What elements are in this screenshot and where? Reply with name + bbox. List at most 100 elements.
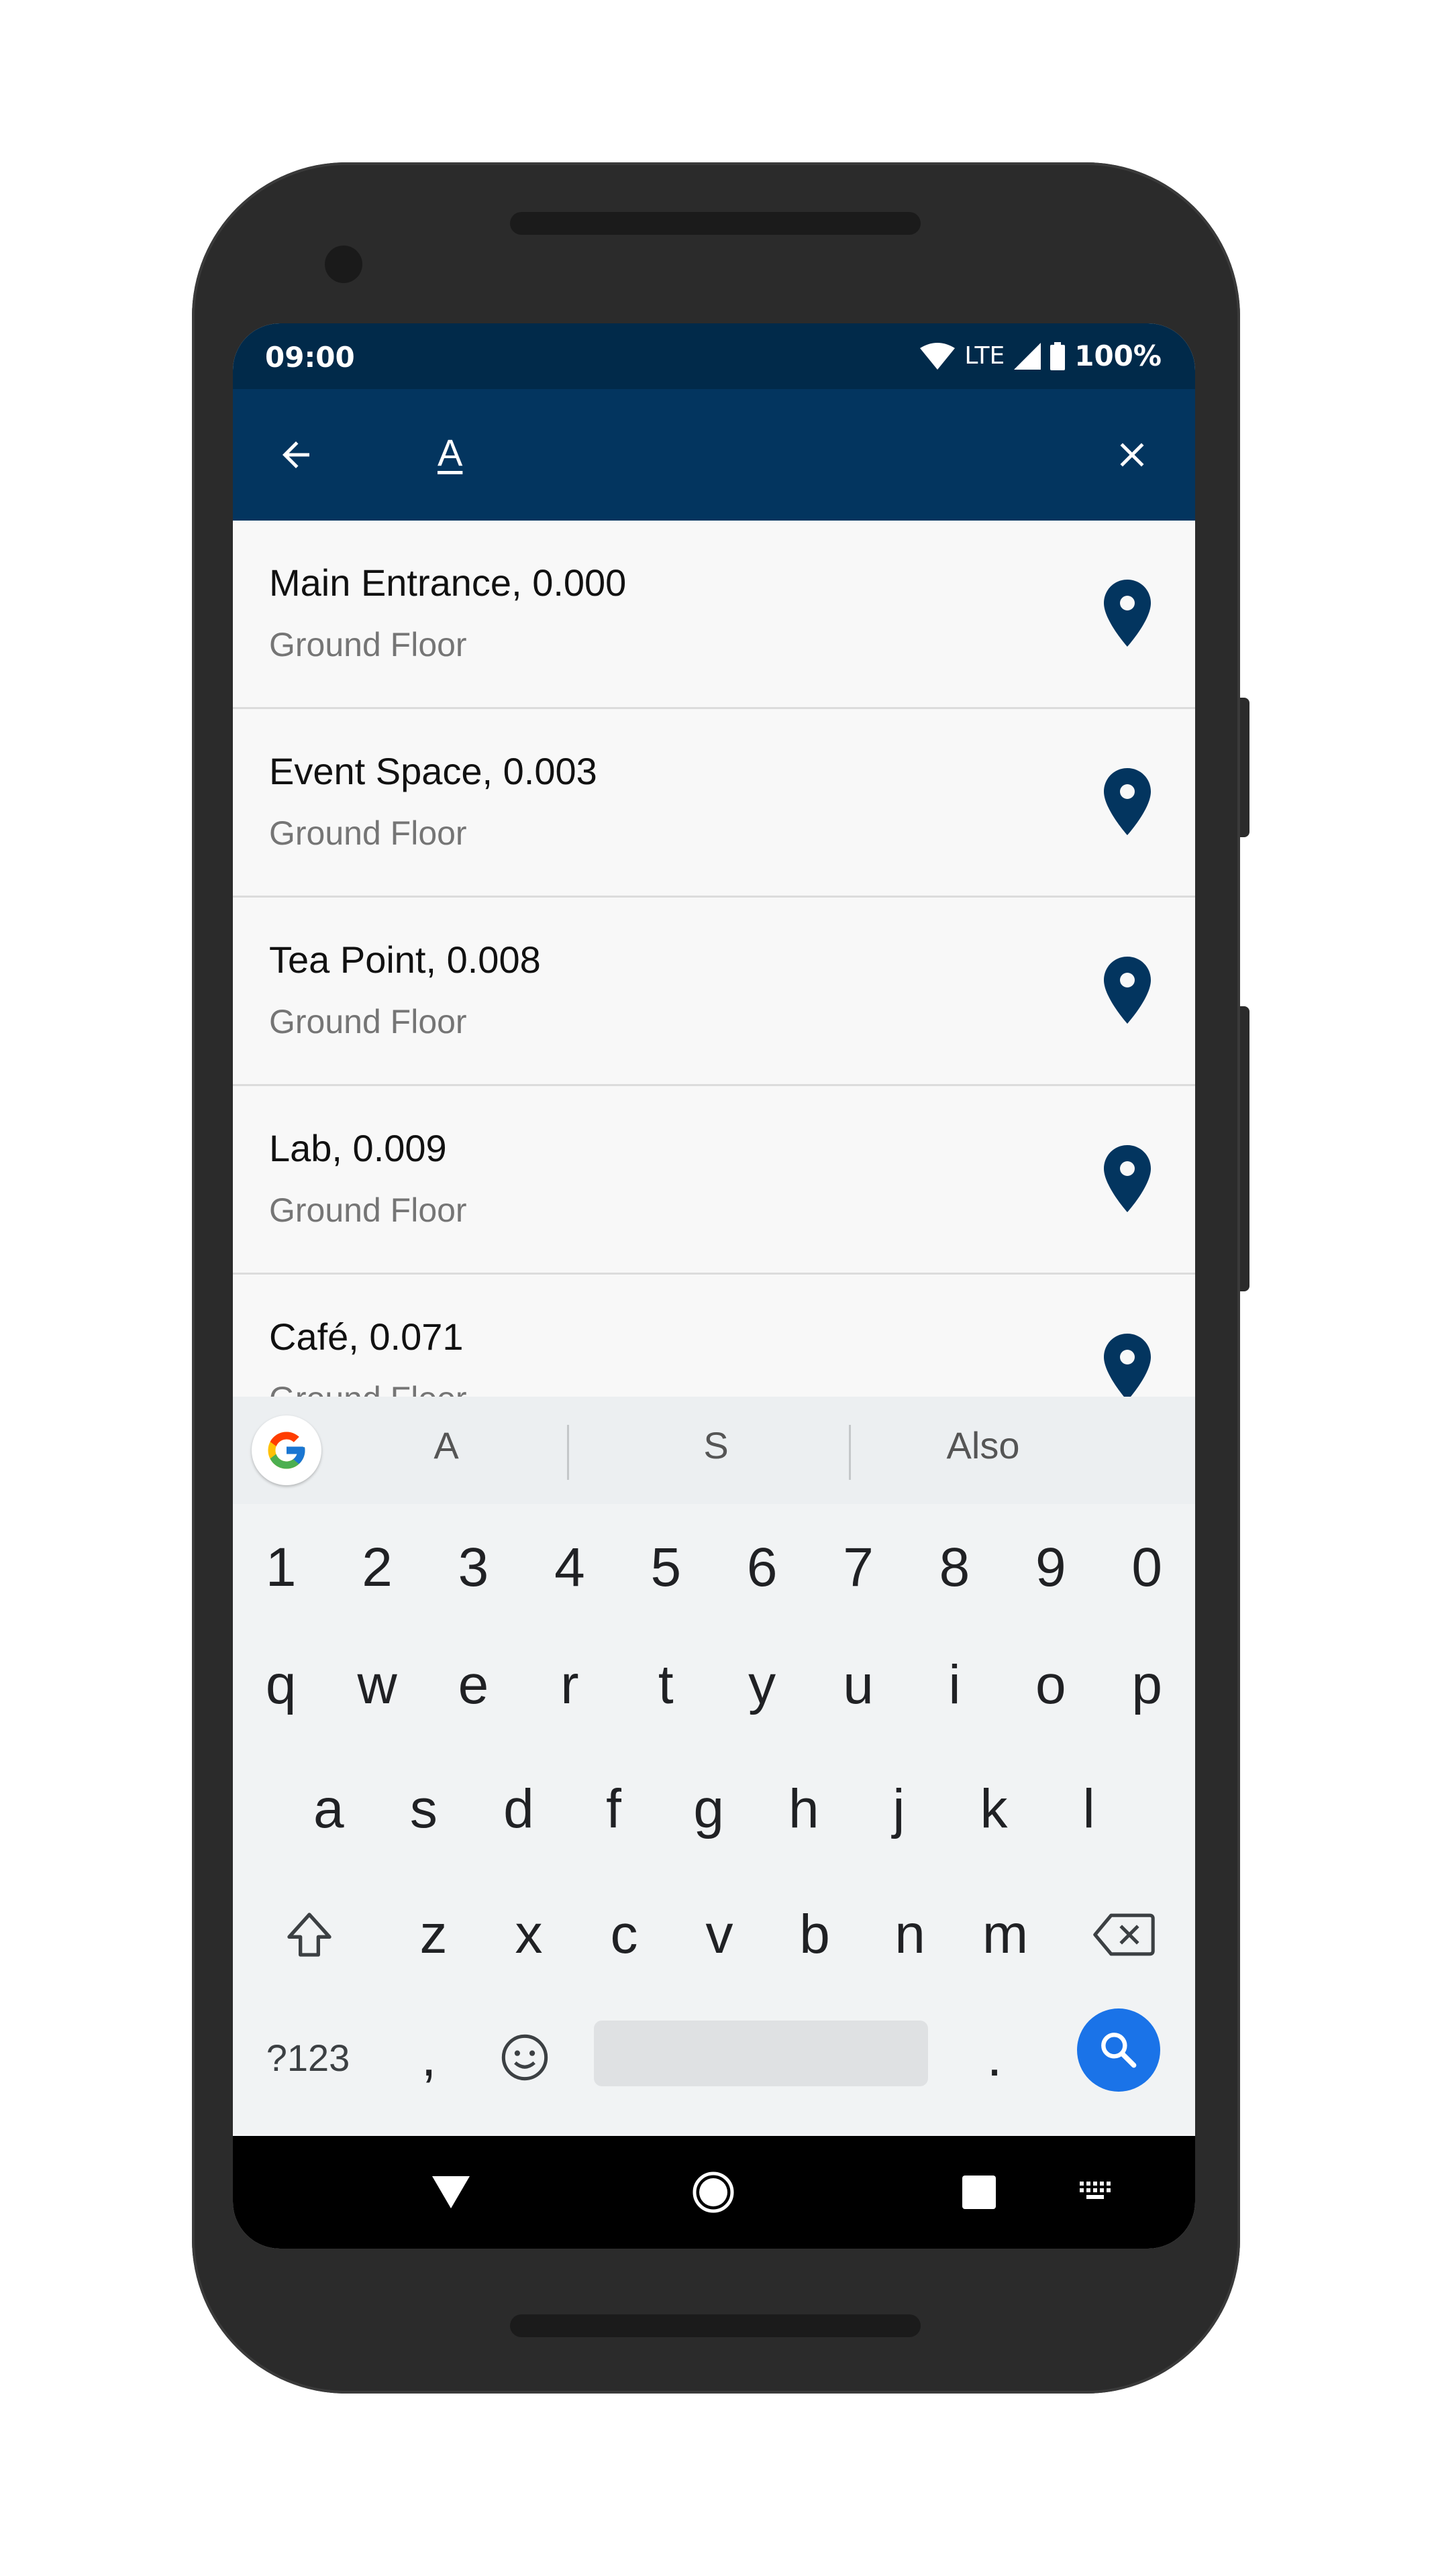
key-e[interactable]: e [425,1631,521,1739]
shift-icon [287,1913,331,1957]
backspace-icon [1093,1913,1155,1956]
suggestion-strip: A S Also [233,1397,1195,1504]
location-pin-icon[interactable] [1104,768,1151,835]
backspace-key[interactable] [1053,1881,1195,1988]
nav-recents-button[interactable] [952,2165,1006,2219]
key-r[interactable]: r [521,1631,617,1739]
result-title: Lab, 0.009 [269,1127,447,1169]
letter-row-2: a s d f g h j k l [233,1756,1195,1863]
emoji-icon [501,2034,548,2081]
key-c[interactable]: c [576,1881,672,1988]
google-logo-icon[interactable] [252,1415,321,1485]
nav-home-button[interactable] [686,2165,740,2219]
key-y[interactable]: y [714,1631,810,1739]
status-bar: 09:00 LTE 100% [233,323,1195,389]
key-p[interactable]: p [1099,1631,1195,1739]
period-key[interactable]: . [944,2004,1045,2111]
soft-keyboard: A S Also 1 2 3 4 5 6 7 8 9 0 q w e r t y… [233,1397,1195,2135]
key-5[interactable]: 5 [618,1517,714,1618]
location-pin-icon[interactable] [1104,1334,1151,1401]
status-time: 09:00 [265,341,355,374]
key-6[interactable]: 6 [714,1517,810,1618]
list-item[interactable]: Event Space, 0.003 Ground Floor [233,709,1195,898]
space-bar[interactable] [594,2021,928,2086]
back-button[interactable] [269,428,323,482]
triangle-back-icon [432,2176,470,2208]
symbols-key[interactable]: ?123 [233,2004,383,2111]
key-x[interactable]: x [481,1881,576,1988]
wifi-icon [920,342,956,370]
suggestion-2[interactable]: S [615,1424,817,1467]
key-0[interactable]: 0 [1099,1517,1195,1618]
key-2[interactable]: 2 [329,1517,425,1618]
recents-square-icon [962,2176,996,2209]
result-title: Event Space, 0.003 [269,750,597,792]
result-title: Main Entrance, 0.000 [269,561,627,604]
key-4[interactable]: 4 [521,1517,617,1618]
clear-search-button[interactable] [1105,428,1159,482]
top-speaker [510,212,921,235]
key-8[interactable]: 8 [907,1517,1003,1618]
result-floor: Ground Floor [269,1191,467,1229]
key-z[interactable]: z [386,1881,481,1988]
key-3[interactable]: 3 [425,1517,521,1618]
key-f[interactable]: f [566,1756,662,1863]
letter-row-1: q w e r t y u i o p [233,1631,1195,1739]
list-item[interactable]: Lab, 0.009 Ground Floor [233,1086,1195,1275]
result-floor: Ground Floor [269,814,467,852]
key-w[interactable]: w [329,1631,425,1739]
suggestion-3[interactable]: Also [882,1424,1084,1467]
arrow-back-icon [283,441,309,468]
key-9[interactable]: 9 [1003,1517,1098,1618]
front-camera [325,246,362,283]
result-title: Tea Point, 0.008 [269,938,541,981]
result-floor: Ground Floor [269,626,467,663]
key-l[interactable]: l [1041,1756,1137,1863]
power-button[interactable] [1240,698,1249,837]
key-b[interactable]: b [767,1881,862,1988]
shift-key[interactable] [233,1881,386,1988]
keyboard-icon [1080,2182,1111,2199]
key-h[interactable]: h [756,1756,852,1863]
key-v[interactable]: v [672,1881,767,1988]
location-pin-icon[interactable] [1104,580,1151,647]
number-row: 1 2 3 4 5 6 7 8 9 0 [233,1517,1195,1618]
nav-back-button[interactable] [424,2165,478,2219]
search-key[interactable] [1077,2008,1160,2092]
key-g[interactable]: g [661,1756,756,1863]
key-i[interactable]: i [907,1631,1003,1739]
location-pin-icon[interactable] [1104,1145,1151,1212]
key-m[interactable]: m [958,1881,1053,1988]
key-j[interactable]: j [852,1756,947,1863]
suggestion-divider [849,1425,851,1480]
battery-level: 100% [1074,339,1162,372]
key-k[interactable]: k [946,1756,1041,1863]
key-7[interactable]: 7 [810,1517,906,1618]
key-o[interactable]: o [1003,1631,1098,1739]
emoji-key[interactable] [474,2004,575,2111]
battery-icon [1050,341,1066,370]
comma-key[interactable]: , [383,2004,474,2111]
list-item[interactable]: Tea Point, 0.008 Ground Floor [233,898,1195,1086]
key-d[interactable]: d [471,1756,566,1863]
key-q[interactable]: q [233,1631,329,1739]
key-t[interactable]: t [618,1631,714,1739]
search-icon [1101,2033,1137,2068]
key-s[interactable]: s [376,1756,472,1863]
result-floor: Ground Floor [269,1003,467,1040]
screen: 09:00 LTE 100% A Main Entrance, 0.000 Gr… [233,323,1195,2249]
location-pin-icon[interactable] [1104,957,1151,1024]
volume-button[interactable] [1240,1006,1249,1291]
list-item[interactable]: Main Entrance, 0.000 Ground Floor [233,521,1195,709]
key-1[interactable]: 1 [233,1517,329,1618]
bottom-speaker [510,2314,921,2337]
suggestion-1[interactable]: A [346,1424,547,1467]
suggestion-divider [567,1425,569,1480]
keyboard-switch-button[interactable] [1070,2165,1124,2219]
network-type: LTE [964,342,1005,370]
key-u[interactable]: u [810,1631,906,1739]
search-input[interactable]: A [438,431,462,474]
search-app-bar: A [233,389,1195,521]
key-n[interactable]: n [862,1881,958,1988]
key-a[interactable]: a [281,1756,376,1863]
